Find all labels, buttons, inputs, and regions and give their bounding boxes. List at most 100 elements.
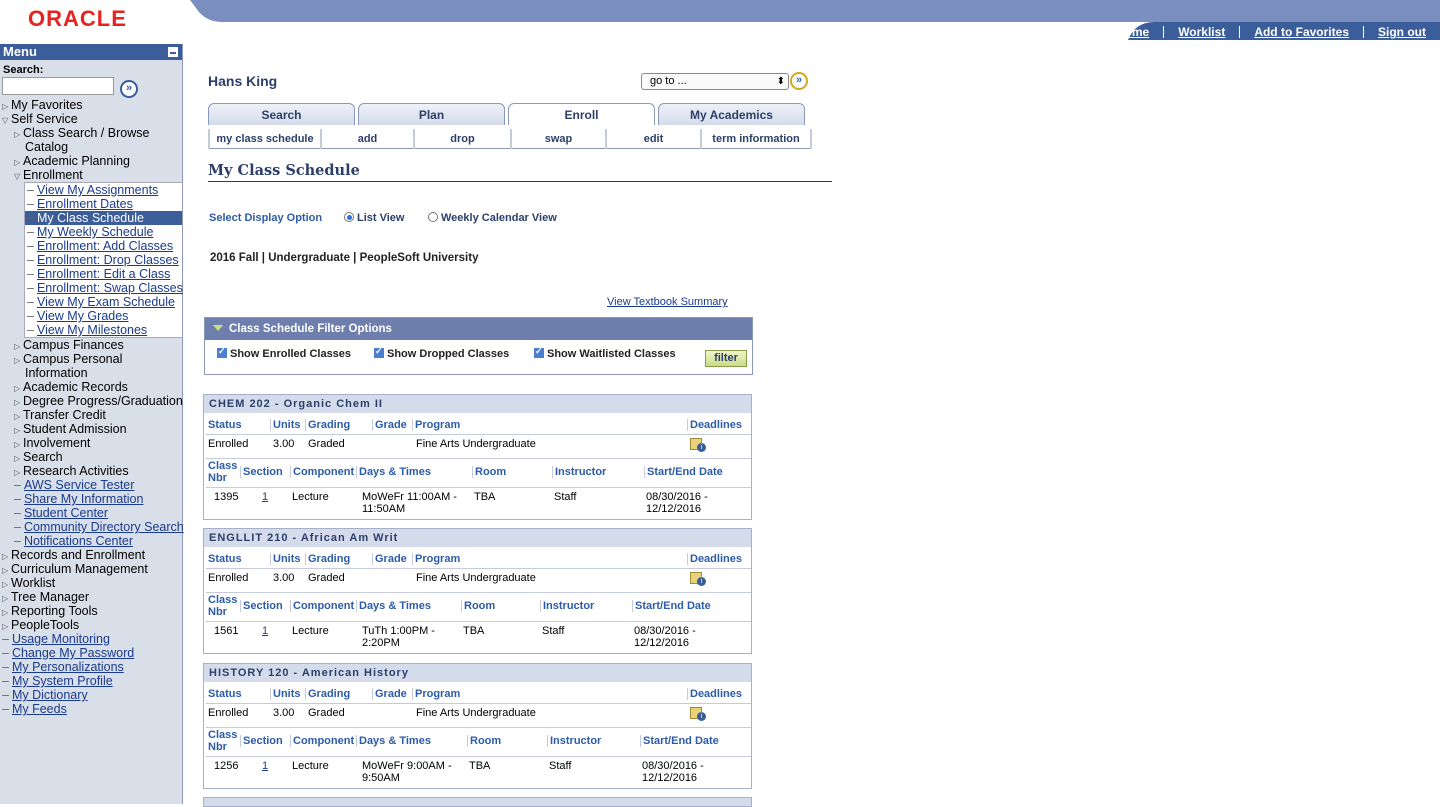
menu-item-academic-records[interactable]: ▷ Academic Records [0,380,182,394]
col-program: Program [412,419,460,431]
col-class-nbr: Class Nbr [208,729,238,753]
show-waitlisted-checkbox[interactable]: Show Waitlisted Classes [534,346,676,360]
class-nbr-value: 1395 [214,491,239,503]
menu-link-notifications-center[interactable]: Notifications Center [0,534,182,548]
col-section: Section [240,466,283,478]
menu-item-research-activities[interactable]: ▷ Research Activities [0,464,182,478]
sign-out-link[interactable]: Sign out [1363,26,1440,38]
tab-search[interactable]: Search [208,103,355,125]
menu-link-my-grades[interactable]: View My Grades [25,309,182,323]
menu-item-campus-personal[interactable]: ▷ Campus Personal [0,352,182,366]
subtab-edit[interactable]: edit [607,129,702,149]
menu-item-search[interactable]: ▷ Search [0,450,182,464]
menu-link-change-password[interactable]: Change My Password [0,646,182,660]
menu-search-go-icon[interactable]: » [120,80,138,98]
deadlines-calendar-icon[interactable]: i [690,438,706,452]
menu-link-aws-service-tester[interactable]: AWS Service Tester [0,478,182,492]
deadlines-calendar-icon[interactable]: i [690,572,706,586]
menu-item-reporting-tools[interactable]: ▷ Reporting Tools [0,604,182,618]
start-end-date-value: 08/30/2016 -12/12/2016 [642,760,704,784]
col-grading: Grading [305,688,350,700]
tab-my-academics[interactable]: My Academics [658,103,805,125]
menu-item-academic-planning[interactable]: ▷ Academic Planning [0,154,182,168]
status-header-row: Status Units Grading Grade Program Deadlines [206,551,751,569]
col-start-end-date: Start/End Date [632,600,711,612]
view-textbook-summary-link[interactable]: View Textbook Summary [607,296,728,308]
menu-link-system-profile[interactable]: My System Profile [0,674,182,688]
menu-search-input[interactable] [2,77,114,95]
list-view-radio[interactable]: List View [344,212,404,224]
subtab-my-class-schedule[interactable]: my class schedule [208,129,322,149]
menu-link-my-weekly-schedule[interactable]: My Weekly Schedule [25,225,182,239]
tab-plan[interactable]: Plan [358,103,505,125]
menu-item-information[interactable]: Information [0,366,182,380]
menu-item-worklist[interactable]: ▷ Worklist [0,576,182,590]
menu-link-exam-schedule[interactable]: View My Exam Schedule [25,295,182,309]
header-links: Home Worklist Add to Favorites Sign out [1102,22,1440,42]
menu-item-self-service[interactable]: ▽ Self Service [0,112,182,126]
goto-go-icon[interactable]: » [790,72,808,90]
section-link[interactable]: 1 [262,760,268,772]
section-header-row: Class Nbr Section Component Days & Times Room… [206,727,751,757]
menu-link-dictionary[interactable]: My Dictionary [0,688,182,702]
menu-link-feeds[interactable]: My Feeds [0,702,182,716]
menu-item-degree-progress[interactable]: ▷ Degree Progress/Graduation [0,394,183,408]
goto-select[interactable]: go to ... [641,73,789,90]
title-divider [208,181,832,182]
menu-item-class-search[interactable]: ▷ Class Search / Browse [0,126,182,140]
show-enrolled-checkbox[interactable]: Show Enrolled Classes [217,346,351,360]
menu-item-campus-finances[interactable]: ▷ Campus Finances [0,338,182,352]
menu-item-curriculum-management[interactable]: ▷ Curriculum Management [0,562,182,576]
menu-link-swap-classes[interactable]: Enrollment: Swap Classes [25,281,183,295]
show-dropped-checkbox[interactable]: Show Dropped Classes [374,346,509,360]
menu-link-community-directory[interactable]: Community Directory Search [0,520,184,534]
menu-item-enrollment[interactable]: ▽ Enrollment [0,168,182,182]
menu-item-transfer-credit[interactable]: ▷ Transfer Credit [0,408,182,422]
room-value: TBA [463,625,485,637]
subtab-add[interactable]: add [322,129,415,149]
checkbox-checked-icon[interactable] [374,346,384,358]
menu-item-catalog[interactable]: Catalog [0,140,182,154]
menu-link-student-center[interactable]: Student Center [0,506,182,520]
menu-link-enrollment-dates[interactable]: Enrollment Dates [25,197,182,211]
menu-link-drop-classes[interactable]: Enrollment: Drop Classes [25,253,182,267]
filter-header[interactable]: Class Schedule Filter Options [205,318,752,340]
program-value: Fine Arts Undergraduate [416,572,536,584]
checkbox-checked-icon[interactable] [534,346,544,358]
menu-item-my-favorites[interactable]: ▷ My Favorites [0,98,182,112]
worklist-link[interactable]: Worklist [1163,26,1239,38]
menu-link-usage-monitoring[interactable]: Usage Monitoring [0,632,182,646]
home-link[interactable]: Home [1102,26,1163,38]
sub-tabs: my class schedule add drop swap edit ter… [208,129,812,149]
menu-item-peopletools[interactable]: ▷ PeopleTools [0,618,182,632]
units-value: 3.00 [273,707,295,719]
menu-item-involvement[interactable]: ▷ Involvement [0,436,182,450]
radio-selected-icon[interactable] [344,212,354,222]
units-value: 3.00 [273,572,295,584]
collapse-menu-icon[interactable] [167,46,179,58]
menu-link-personalizations[interactable]: My Personalizations [0,660,182,674]
subtab-drop[interactable]: drop [415,129,512,149]
col-days-times: Days & Times [356,735,431,747]
subtab-term-information[interactable]: term information [702,129,812,149]
menu-link-my-class-schedule[interactable]: My Class Schedule [25,211,182,225]
tab-enroll[interactable]: Enroll [508,103,655,125]
radio-unselected-icon[interactable] [428,212,438,222]
menu-item-records-enrollment[interactable]: ▷ Records and Enrollment [0,548,182,562]
section-link[interactable]: 1 [262,491,268,503]
menu-link-my-milestones[interactable]: View My Milestones [25,323,182,337]
subtab-swap[interactable]: swap [512,129,607,149]
top-banner: ORACLE Home Worklist Add to Favorites Si… [0,0,1440,44]
checkbox-checked-icon[interactable] [217,346,227,358]
menu-item-student-admission[interactable]: ▷ Student Admission [0,422,182,436]
menu-item-tree-manager[interactable]: ▷ Tree Manager [0,590,182,604]
filter-button[interactable]: filter [705,350,747,367]
menu-link-view-my-assignments[interactable]: View My Assignments [25,183,182,197]
add-to-favorites-link[interactable]: Add to Favorites [1239,26,1363,38]
menu-link-add-classes[interactable]: Enrollment: Add Classes [25,239,182,253]
menu-link-edit-a-class[interactable]: Enrollment: Edit a Class [25,267,182,281]
deadlines-calendar-icon[interactable]: i [690,707,706,721]
section-link[interactable]: 1 [262,625,268,637]
weekly-calendar-view-radio[interactable]: Weekly Calendar View [428,212,557,224]
menu-link-share-my-information[interactable]: Share My Information [0,492,182,506]
